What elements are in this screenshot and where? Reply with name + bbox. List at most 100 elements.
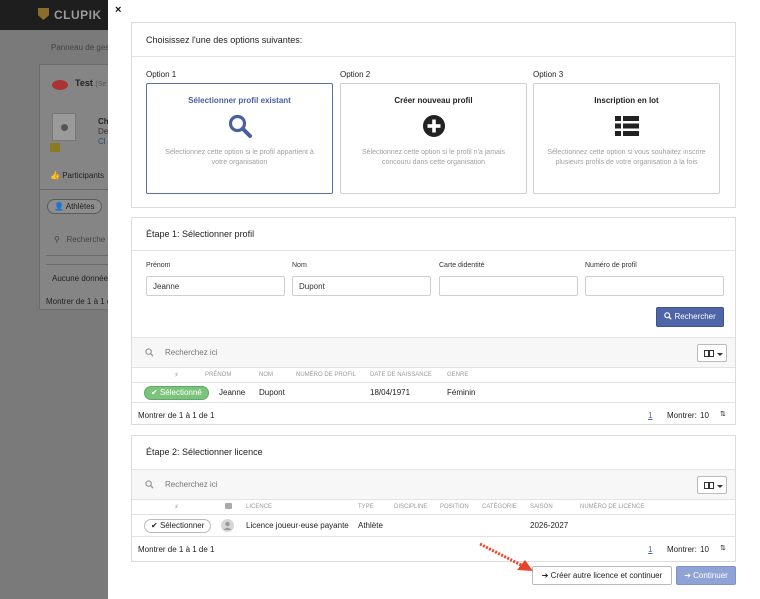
profile-columns-toggle-button[interactable] — [697, 344, 727, 362]
option-3-label: Option 3 — [533, 70, 564, 79]
continue-button[interactable]: ➔ Continuer — [676, 566, 736, 585]
th-position: Position — [440, 504, 469, 510]
select-licence-button[interactable]: ✔ Sélectionner — [144, 519, 212, 533]
option-1-description: Sélectionnez cette option si le profil a… — [165, 149, 314, 166]
options-panel: Choisissez l'une des options suivantes: … — [131, 22, 736, 208]
search-icon — [145, 348, 154, 357]
nom-label: Nom — [292, 262, 307, 269]
arrow-right-icon: ➔ — [684, 571, 691, 580]
option-1-label: Option 1 — [146, 70, 177, 79]
option-2-label: Option 2 — [340, 70, 371, 79]
select-licence-button-label: Sélectionner — [159, 521, 205, 530]
event-title-sub: (Se — [95, 81, 107, 88]
create-other-licence-button-label: Créer autre licence et continuer — [550, 571, 663, 580]
profile-table-page-1[interactable]: 1 — [648, 411, 652, 420]
step2-title: Étape 2: Sélectionner licence — [146, 447, 263, 457]
selected-profile-button[interactable]: ✔ Sélectionné — [144, 386, 209, 400]
search-profile-button[interactable]: Rechercher — [656, 307, 724, 327]
numero-input[interactable] — [585, 276, 724, 296]
th-numero-licence: Numéro de licence — [580, 504, 645, 510]
th-discipline: Discipline — [394, 504, 428, 510]
cell-nom: Dupont — [259, 388, 285, 397]
chevron-down-icon — [717, 485, 723, 488]
close-icon[interactable]: × — [115, 5, 121, 16]
columns-icon — [704, 350, 714, 357]
background-showing: Montrer de 1 à 1 d — [46, 297, 108, 306]
tab-participants-label: Participants — [62, 171, 104, 180]
profile-table-show-label: Montrer: — [667, 411, 697, 420]
background-toolbar — [46, 255, 108, 265]
org-line-1: Ch — [98, 117, 108, 126]
annotation-arrow-icon — [479, 542, 533, 571]
user-icon — [223, 521, 232, 530]
th-date-naissance: Date de naissance — [370, 372, 432, 378]
tab-divider — [40, 189, 108, 190]
th-genre: Genre — [447, 372, 469, 378]
prenom-input[interactable] — [146, 276, 285, 296]
th-nom: Nom — [259, 372, 273, 378]
options-title: Choisissez l'une des options suivantes: — [146, 35, 303, 45]
lightning-icon: ⚡︎ — [174, 504, 179, 511]
prenom-label: Prénom — [146, 262, 171, 269]
background-search-placeholder: Recherche — [66, 235, 106, 244]
table-row: ✔ Sélectionné Jeanne Dupont 18/04/1971 F… — [132, 383, 735, 403]
th-prenom: Prénom — [205, 372, 232, 378]
background-search: ⚲ Recherche — [54, 235, 106, 244]
licence-table-show-label: Montrer: — [667, 545, 697, 554]
option-create-new-profile[interactable]: Créer nouveau profil Sélectionnez cette … — [340, 83, 527, 194]
breadcrumb: Panneau de ges — [51, 43, 108, 52]
background-no-data: Aucune donnée — [52, 274, 108, 283]
cell-saison: 2026-2027 — [530, 521, 569, 530]
licence-table-page-1[interactable]: 1 — [648, 545, 652, 554]
step1-title: Étape 1: Sélectionner profil — [146, 229, 255, 239]
search-icon — [145, 480, 154, 489]
nom-input[interactable] — [292, 276, 431, 296]
search-icon — [227, 113, 253, 139]
licence-table-header: ⚡︎ Licence Type Discipline Position Caté… — [132, 499, 735, 515]
event-flag-icon — [52, 80, 68, 90]
columns-icon — [704, 482, 714, 489]
filter-athletes-label: Athlètes — [65, 202, 95, 211]
option-1-title: Sélectionner profil existant — [188, 96, 291, 105]
org-shield-icon — [52, 113, 76, 141]
licence-table-footer: Montrer de 1 à 1 de 1 1 Montrer: 10 ⇅ — [132, 539, 735, 559]
option-batch-registration[interactable]: Inscription en lot Sélectionnez cette op… — [533, 83, 720, 194]
licence-table-search — [132, 469, 735, 499]
option-3-description: Sélectionnez cette option si vous souhai… — [547, 149, 706, 166]
org-line-2: De — [98, 127, 108, 136]
check-icon: ✔ — [151, 521, 158, 530]
licence-table-page-size[interactable]: 10 — [700, 545, 709, 554]
background-event-card: Test (Se Ch De Cl 👍 Participants 👤 Athlè… — [39, 64, 108, 310]
profile-table-header: ⚡︎ Prénom Nom Numéro de profil Date de n… — [132, 367, 735, 383]
add-participant-modal: Choisissez l'une des options suivantes: … — [108, 0, 760, 599]
step1-divider — [132, 250, 735, 251]
camera-icon — [225, 503, 232, 509]
up-down-icon[interactable]: ⇅ — [720, 410, 726, 418]
up-down-icon[interactable]: ⇅ — [720, 544, 726, 552]
org-badge — [50, 143, 60, 152]
licence-columns-toggle-button[interactable] — [697, 476, 727, 494]
brand-name: CLUPIK — [54, 8, 102, 22]
option-select-existing-profile[interactable]: Sélectionner profil existant Sélectionne… — [146, 83, 333, 194]
carte-input[interactable] — [439, 276, 578, 296]
plus-circle-icon — [421, 113, 447, 139]
filter-athletes: 👤 Athlètes — [47, 199, 102, 214]
table-row: ✔ Sélectionner Licence joueur·euse payan… — [132, 515, 735, 537]
org-shield-dot — [61, 124, 68, 131]
cell-licence: Licence joueur·euse payante — [246, 521, 349, 530]
licence-table-showing: Montrer de 1 à 1 de 1 — [138, 545, 215, 554]
lightning-icon: ⚡︎ — [174, 372, 179, 379]
background-topbar: CLUPIK — [0, 0, 108, 30]
options-divider — [132, 56, 735, 57]
licence-table-search-input[interactable] — [165, 480, 365, 489]
check-icon: ✔ — [151, 388, 158, 397]
avatar — [221, 519, 234, 532]
create-other-licence-button[interactable]: ➔ Créer autre licence et continuer — [532, 566, 672, 585]
profile-table-page-size[interactable]: 10 — [700, 411, 709, 420]
selected-profile-button-label: Sélectionné — [159, 388, 202, 397]
th-saison: Saison — [530, 504, 553, 510]
option-2-description: Sélectionnez cette option si le profil n… — [362, 149, 505, 166]
profile-table-search-input[interactable] — [165, 348, 365, 357]
profile-table-footer: Montrer de 1 à 1 de 1 1 Montrer: 10 ⇅ — [132, 405, 735, 425]
option-3-title: Inscription en lot — [594, 96, 659, 105]
